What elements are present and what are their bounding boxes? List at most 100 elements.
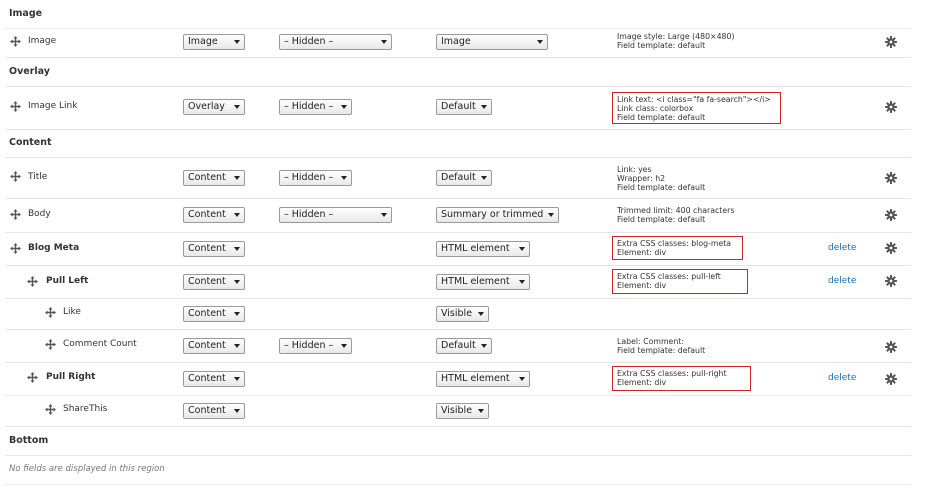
region-select[interactable]: Image: [183, 34, 245, 50]
chevron-down-icon: [519, 280, 525, 284]
label-display-select[interactable]: – Hidden –: [279, 170, 352, 186]
formatter-select[interactable]: Default: [436, 170, 492, 186]
formatter-value: Default: [441, 172, 476, 183]
drag-handle-icon[interactable]: [10, 171, 21, 182]
field-row-blog-meta: Blog Meta Content HTML element Extra CSS…: [5, 233, 911, 266]
region-select-value: Overlay: [188, 101, 225, 112]
empty-region-row: No fields are displayed in this region: [5, 456, 911, 485]
formatter-select[interactable]: Default: [436, 338, 492, 354]
label-display-select[interactable]: – Hidden –: [279, 34, 392, 50]
chevron-down-icon: [234, 105, 240, 109]
formatter-summary-highlighted: Extra CSS classes: blog-meta Element: di…: [612, 236, 743, 260]
delete-link[interactable]: delete: [828, 373, 856, 383]
field-row-pull-left: Pull Left Content HTML element Extra CSS…: [5, 266, 911, 299]
region-select-value: Content: [188, 308, 226, 319]
region-select-value: Content: [188, 405, 226, 416]
chevron-down-icon: [341, 344, 347, 348]
formatter-select[interactable]: Visible: [436, 306, 489, 322]
region-select[interactable]: Overlay: [183, 99, 245, 115]
summary-line: Element: div: [617, 378, 667, 388]
summary-line: Element: div: [617, 248, 667, 258]
chevron-down-icon: [234, 312, 240, 316]
chevron-down-icon: [234, 40, 240, 44]
field-label: Title: [28, 172, 48, 182]
drag-handle-icon[interactable]: [10, 101, 21, 112]
chevron-down-icon: [341, 176, 347, 180]
gear-icon[interactable]: [885, 36, 897, 48]
chevron-down-icon: [234, 213, 240, 217]
summary-line: Element: div: [617, 281, 667, 291]
field-row-pull-right: Pull Right Content HTML element Extra CS…: [5, 363, 911, 396]
drag-handle-icon[interactable]: [45, 307, 56, 318]
drag-handle-icon[interactable]: [27, 372, 38, 383]
formatter-select[interactable]: Image: [436, 34, 548, 50]
gear-icon[interactable]: [885, 172, 897, 184]
field-row-title: Title Content – Hidden – Default Link: y…: [5, 158, 911, 199]
region-select-value: Content: [188, 243, 226, 254]
drag-handle-icon[interactable]: [10, 243, 21, 254]
chevron-down-icon: [234, 247, 240, 251]
field-label: Image Link: [28, 101, 78, 111]
formatter-summary: Link: yes Wrapper: h2 Field template: de…: [617, 165, 705, 193]
drag-handle-icon[interactable]: [27, 276, 38, 287]
region-select[interactable]: Content: [183, 170, 245, 186]
drag-handle-icon[interactable]: [10, 209, 21, 220]
chevron-down-icon: [478, 409, 484, 413]
formatter-select[interactable]: Visible: [436, 403, 489, 419]
formatter-select[interactable]: Summary or trimmed: [436, 207, 559, 223]
region-select[interactable]: Content: [183, 241, 245, 257]
chevron-down-icon: [548, 213, 554, 217]
region-select[interactable]: Content: [183, 306, 245, 322]
formatter-select[interactable]: Default: [436, 99, 492, 115]
summary-line: Wrapper: h2: [617, 174, 666, 184]
delete-link[interactable]: delete: [828, 243, 856, 253]
formatter-summary: Label: Comment: Field template: default: [617, 337, 705, 355]
region-select[interactable]: Content: [183, 274, 245, 290]
region-select[interactable]: Content: [183, 207, 245, 223]
chevron-down-icon: [234, 377, 240, 381]
region-select[interactable]: Content: [183, 338, 245, 354]
summary-line: Field template: default: [617, 113, 706, 123]
chevron-down-icon: [481, 105, 487, 109]
label-display-select[interactable]: – Hidden –: [279, 207, 392, 223]
region-select-value: Content: [188, 209, 226, 220]
delete-link[interactable]: delete: [828, 276, 856, 286]
gear-icon[interactable]: [885, 275, 897, 287]
field-row-body: Body Content – Hidden – Summary or trimm…: [5, 199, 911, 233]
field-row-sharethis: ShareThis Content Visible: [5, 396, 911, 427]
chevron-down-icon: [519, 247, 525, 251]
summary-line: Link class: colorbox: [617, 104, 694, 114]
formatter-summary: Trimmed limit: 400 characters Field temp…: [617, 206, 734, 224]
formatter-summary-highlighted: Extra CSS classes: pull-right Element: d…: [612, 366, 751, 391]
region-select[interactable]: Content: [183, 371, 245, 387]
label-display-select[interactable]: – Hidden –: [279, 338, 352, 354]
region-header-overlay: Overlay: [5, 58, 911, 87]
region-title: Overlay: [9, 66, 50, 77]
gear-icon[interactable]: [885, 209, 897, 221]
gear-icon[interactable]: [885, 341, 897, 353]
region-select-value: Content: [188, 172, 226, 183]
formatter-value: HTML element: [441, 373, 510, 384]
drag-handle-icon[interactable]: [10, 36, 21, 47]
summary-line: Label: Comment:: [617, 337, 684, 346]
formatter-select[interactable]: HTML element: [436, 371, 530, 387]
summary-line: Image style: Large (480×480): [617, 32, 735, 41]
summary-line: Link text: <i class="fa fa-search"></i>: [617, 95, 771, 104]
formatter-select[interactable]: HTML element: [436, 274, 530, 290]
chevron-down-icon: [341, 105, 347, 109]
gear-icon[interactable]: [885, 101, 897, 113]
formatter-select[interactable]: HTML element: [436, 241, 530, 257]
region-header-image: Image: [5, 0, 911, 29]
gear-icon[interactable]: [885, 373, 897, 385]
formatter-summary-highlighted: Extra CSS classes: pull-left Element: di…: [612, 269, 748, 294]
gear-icon[interactable]: [885, 242, 897, 254]
field-row-image-link: Image Link Overlay – Hidden – Default Li…: [5, 87, 911, 130]
region-select[interactable]: Content: [183, 403, 245, 419]
drag-handle-icon[interactable]: [45, 339, 56, 350]
field-row-comment-count: Comment Count Content – Hidden – Default…: [5, 330, 911, 363]
drag-handle-icon[interactable]: [45, 404, 56, 415]
label-display-value: – Hidden –: [284, 101, 334, 112]
label-display-select[interactable]: – Hidden –: [279, 99, 352, 115]
field-row-like: Like Content Visible: [5, 299, 911, 330]
summary-line: Extra CSS classes: pull-left: [617, 272, 721, 281]
